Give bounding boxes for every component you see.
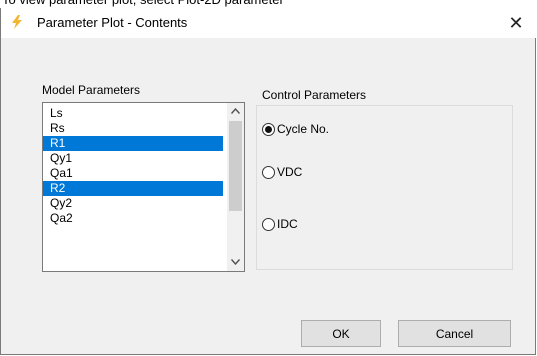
ok-button[interactable]: OK [301, 320, 381, 347]
scroll-down-button[interactable] [227, 254, 244, 271]
list-item[interactable]: Qa2 [43, 211, 223, 226]
model-parameters-list: Ls Rs R1 Qy1 Qa1 R2 Qy2 Qa2 [43, 106, 223, 226]
radio-idc-indicator[interactable] [262, 217, 275, 231]
lightning-app-icon [12, 15, 22, 29]
caption-text: To view parameter plot, select Plot-2D p… [0, 0, 537, 8]
radio-idc[interactable]: IDC [262, 217, 298, 231]
chevron-up-icon [230, 106, 241, 117]
radio-cycle-no-label: Cycle No. [277, 122, 330, 136]
close-button[interactable]: ✕ [496, 8, 536, 38]
page: To view parameter plot, select Plot-2D p… [0, 0, 537, 356]
list-item[interactable]: Qa1 [43, 166, 223, 181]
model-parameters-listbox[interactable]: Ls Rs R1 Qy1 Qa1 R2 Qy2 Qa2 [42, 102, 245, 272]
list-item[interactable]: Qy1 [43, 151, 223, 166]
list-item[interactable]: Qy2 [43, 196, 223, 211]
model-parameters-label: Model Parameters [42, 83, 141, 97]
listbox-scrollbar[interactable] [227, 103, 244, 271]
list-item[interactable]: R2 [43, 181, 223, 196]
list-item[interactable]: Rs [43, 121, 223, 136]
radio-vdc-label: VDC [277, 165, 303, 179]
title-bar[interactable]: Parameter Plot - Contents ✕ [1, 8, 536, 38]
list-item[interactable]: Ls [43, 106, 223, 121]
scroll-up-button[interactable] [227, 103, 244, 120]
close-icon: ✕ [508, 12, 524, 33]
chevron-down-icon [230, 257, 241, 268]
scroll-thumb[interactable] [229, 121, 242, 211]
radio-cycle-no[interactable]: Cycle No. [262, 122, 329, 136]
radio-vdc-indicator[interactable] [262, 165, 275, 179]
parameter-plot-dialog: Parameter Plot - Contents ✕ Model Parame… [0, 8, 536, 355]
list-item[interactable]: R1 [43, 136, 223, 151]
cancel-button[interactable]: Cancel [398, 320, 511, 347]
radio-vdc[interactable]: VDC [262, 165, 302, 179]
radio-cycle-no-indicator[interactable] [262, 122, 275, 136]
control-parameters-label: Control Parameters [262, 88, 367, 102]
radio-idc-label: IDC [277, 217, 298, 231]
window-title: Parameter Plot - Contents [37, 15, 188, 30]
